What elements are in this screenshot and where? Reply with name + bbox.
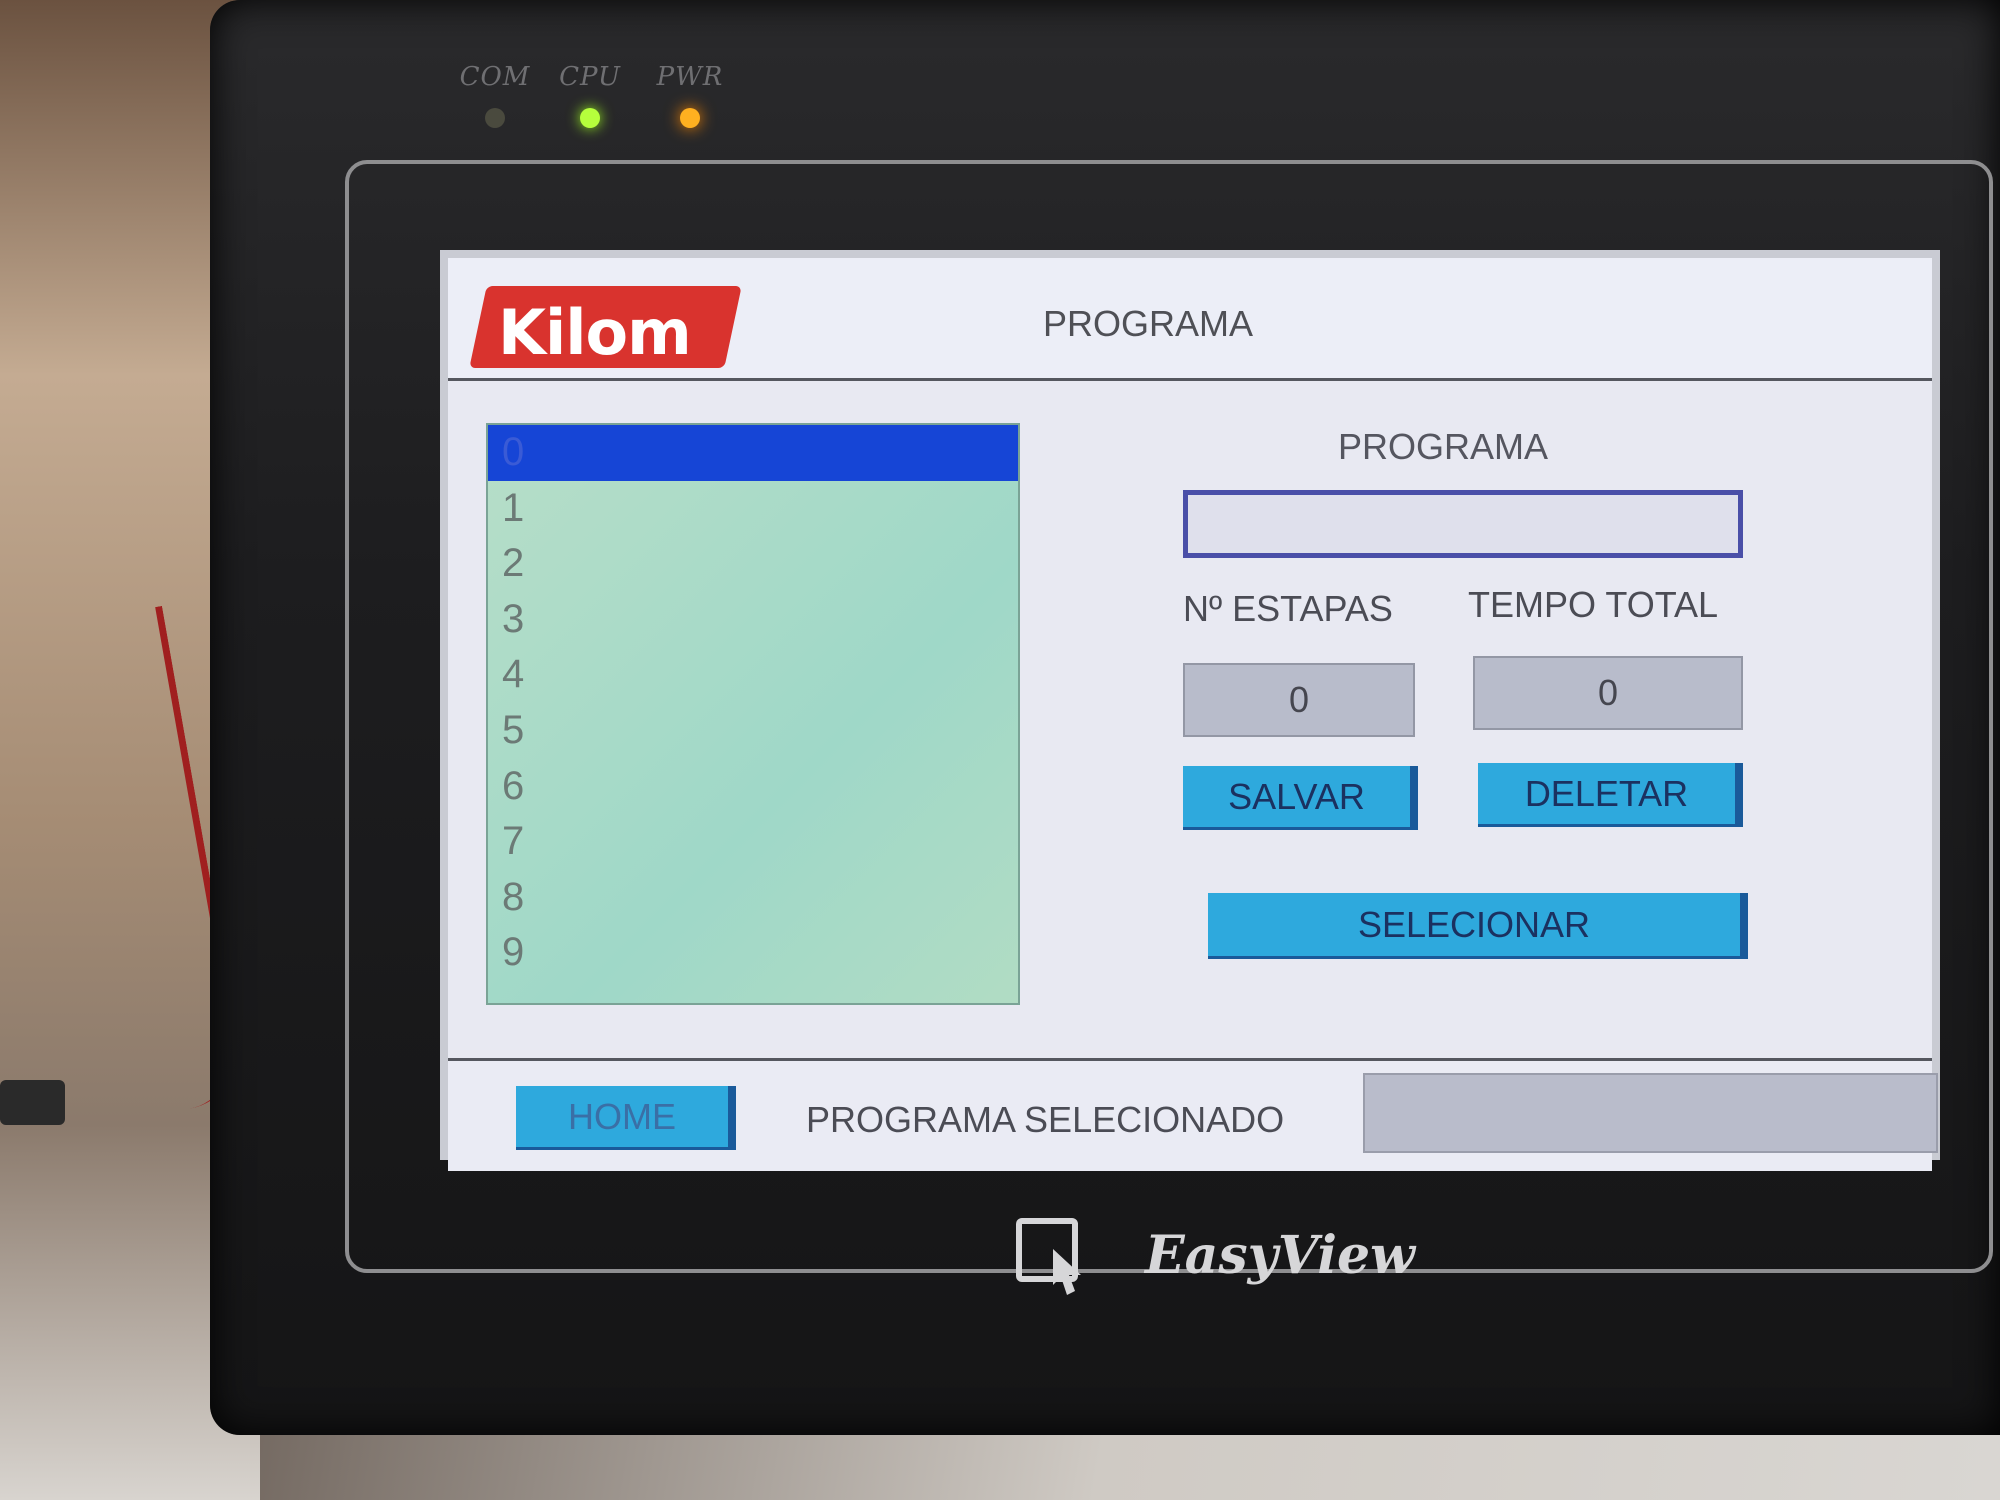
hmi-screen: Kilom PROGRAMA 0 1 2 3 4 5 6 7 8 9 PROGR… <box>440 250 1940 1171</box>
home-button[interactable]: HOME <box>516 1086 736 1150</box>
led-pwr-indicator <box>680 108 700 128</box>
program-list-item[interactable]: 5 <box>488 703 1018 759</box>
led-com-label: COM <box>459 62 531 92</box>
led-com-indicator <box>485 108 505 128</box>
select-button[interactable]: SELECIONAR <box>1208 893 1748 959</box>
program-list-item[interactable]: 2 <box>488 536 1018 592</box>
led-cpu: CPU <box>545 62 635 128</box>
selected-program-value <box>1363 1073 1938 1153</box>
program-list-item[interactable]: 3 <box>488 592 1018 648</box>
program-list-item[interactable]: 8 <box>488 870 1018 926</box>
page-title: PROGRAMA <box>1043 303 1254 344</box>
screen-header: Kilom PROGRAMA <box>448 258 1932 381</box>
program-list-item[interactable]: 1 <box>488 481 1018 537</box>
led-pwr: PWR <box>645 62 735 128</box>
selected-program-label: PROGRAMA SELECIONADO <box>806 1099 1285 1140</box>
program-list[interactable]: 0 1 2 3 4 5 6 7 8 9 <box>486 423 1020 1005</box>
led-cpu-label: CPU <box>559 62 621 92</box>
steps-value: 0 <box>1183 663 1415 737</box>
easyview-touch-icon <box>1016 1218 1081 1295</box>
program-list-item[interactable]: 6 <box>488 759 1018 815</box>
steps-label: Nº ESTAPAS <box>1183 588 1393 629</box>
program-list-item[interactable]: 7 <box>488 814 1018 870</box>
led-com: COM <box>450 62 540 128</box>
program-list-item[interactable]: 0 <box>488 425 1018 481</box>
device-brand: EasyView <box>1145 1225 1415 1286</box>
save-button[interactable]: SALVAR <box>1183 766 1418 830</box>
led-cpu-indicator <box>580 108 600 128</box>
program-list-item[interactable]: 9 <box>488 925 1018 981</box>
total-time-label: TEMPO TOTAL <box>1468 584 1719 625</box>
program-list-item[interactable]: 4 <box>488 647 1018 703</box>
delete-button[interactable]: DELETAR <box>1478 763 1743 827</box>
led-pwr-label: PWR <box>656 62 724 92</box>
program-field-label: PROGRAMA <box>1338 426 1549 467</box>
program-name-input[interactable] <box>1183 490 1743 558</box>
background-knob <box>0 1080 65 1125</box>
total-time-value: 0 <box>1473 656 1743 730</box>
logo-text: Kilom <box>498 296 692 369</box>
screen-footer: HOME PROGRAMA SELECIONADO <box>448 1058 1938 1171</box>
